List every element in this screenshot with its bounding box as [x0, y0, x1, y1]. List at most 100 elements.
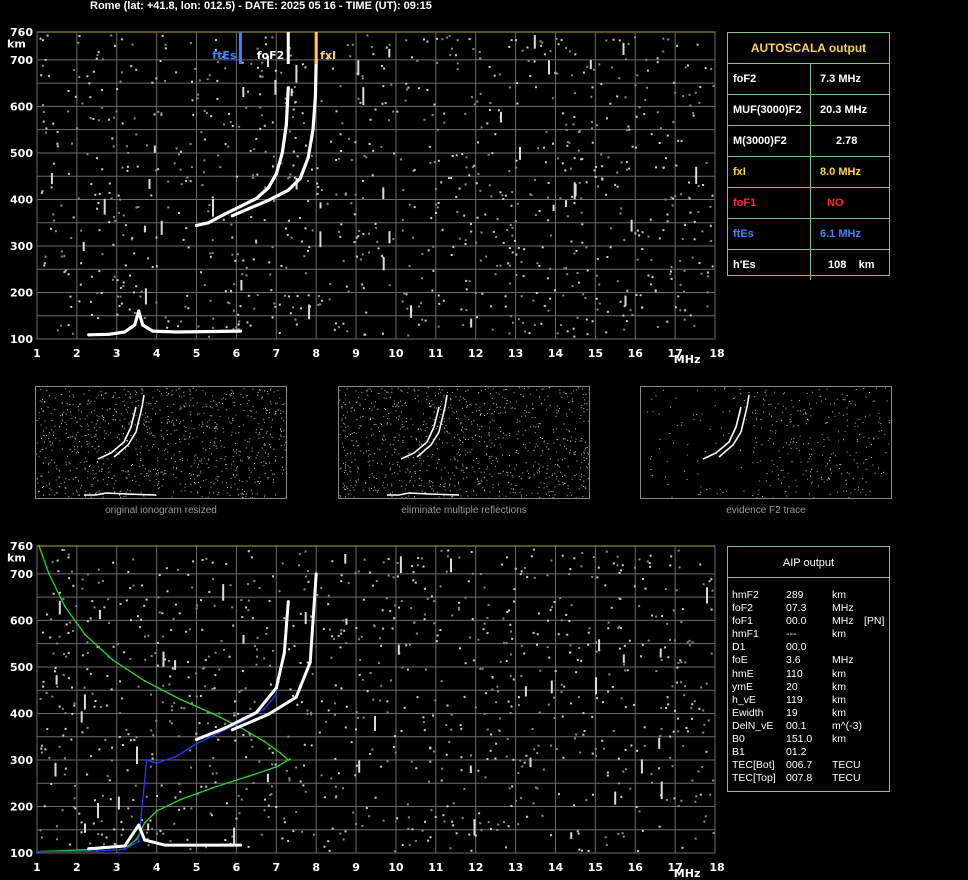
x-tick-label: 11 — [428, 861, 443, 874]
series-point — [163, 843, 167, 847]
thumb-f2-trace — [640, 386, 892, 499]
caption-f2-trace: evidence F2 trace — [726, 505, 806, 516]
series-point — [36, 850, 38, 853]
autoscala-label: MUF(3000)F2 — [733, 95, 811, 125]
series-point — [263, 740, 266, 743]
aip-key: ymE — [732, 680, 753, 693]
series-point — [87, 847, 91, 851]
thumb-trace — [97, 406, 137, 460]
autoscala-row: h'Es 108 km — [728, 250, 889, 280]
series-point — [179, 798, 182, 801]
x-tick-label: 16 — [628, 861, 644, 874]
autoscala-value: NO — [827, 197, 844, 209]
aip-key: Ewidth — [732, 706, 764, 719]
aip-key: TEC[Top] — [732, 772, 776, 785]
autoscala-label: h'Es — [733, 250, 811, 280]
series-point — [282, 651, 286, 655]
aip-key: foF1 — [732, 615, 754, 628]
aip-row: DelN_vE 00.1 m^(-3) — [728, 720, 889, 733]
x-tick-label: 9 — [352, 861, 360, 874]
series-point — [294, 695, 298, 699]
aip-row: foF1 00.0 MHz [PN] — [728, 615, 889, 628]
aip-key: h_vE — [732, 693, 756, 706]
series-point — [263, 707, 266, 710]
aip-row: hmF1 --- km — [728, 628, 889, 641]
caption-multiple-reflections: eliminate multiple reflections — [401, 505, 527, 516]
series-point — [123, 844, 127, 848]
series-point — [38, 545, 40, 547]
aip-unit: km — [832, 706, 846, 719]
series-point — [195, 738, 198, 741]
series-point — [211, 786, 214, 789]
aip-key: hmF1 — [732, 628, 759, 641]
autoscala-label: fxI — [733, 157, 811, 187]
aip-value: 110 — [786, 667, 803, 680]
series-point — [238, 843, 242, 847]
aip-row: B0 151.0 km — [728, 733, 889, 746]
aip-value: 119 — [786, 693, 803, 706]
autoscala-row: foF1 NO — [728, 188, 889, 219]
aip-key: foF2 — [732, 602, 754, 615]
aip-unit: MHz — [832, 615, 854, 628]
series-point — [137, 840, 140, 843]
aip-row: TEC[Bot] 006.7 TECU — [728, 759, 889, 772]
aip-row: ymE 20 km — [728, 681, 889, 694]
series-point — [155, 762, 158, 765]
aip-row: D1 00.0 — [728, 641, 889, 654]
series-point — [83, 633, 86, 636]
aip-key: foE — [732, 654, 748, 667]
series-point — [222, 726, 226, 730]
thumb-trace — [702, 406, 742, 460]
series-point — [254, 711, 258, 714]
aip-key: hmE — [732, 667, 754, 680]
series-point — [111, 659, 114, 661]
aip-key: B0 — [732, 733, 745, 746]
aip-value: 3.6 — [786, 654, 801, 667]
autoscala-title: AUTOSCALA output — [728, 33, 889, 64]
series-point — [308, 660, 312, 664]
autoscala-label: foF2 — [733, 64, 811, 94]
series-point — [95, 850, 98, 853]
aip-value: 006.7 — [786, 759, 813, 772]
autoscala-label: foF1 — [733, 188, 811, 218]
aip-unit: m^(-3) — [832, 719, 863, 732]
aip-row: h_vE 119 km — [728, 694, 889, 707]
aip-unit: km — [832, 628, 846, 641]
x-tick-label: 10 — [388, 861, 404, 874]
aip-unit: km — [832, 680, 846, 693]
y-tick-label: 600 — [10, 614, 33, 627]
aip-value: 01.2 — [786, 746, 807, 759]
aip-unit: MHz — [832, 654, 854, 667]
aip-output-panel: AIP output hmF2 289 km foF2 07.3 MHz foF1 00.0 M… — [727, 546, 890, 792]
series-point — [266, 712, 270, 716]
aip-value: 289 — [786, 589, 804, 601]
aip-value: 00.1 — [786, 719, 807, 732]
series-point — [179, 698, 182, 701]
aip-value: 20 — [786, 680, 798, 693]
thumb-trace — [387, 492, 460, 496]
aip-flag: [PN] — [864, 615, 885, 628]
series-point — [175, 755, 178, 758]
thumb-original — [35, 386, 287, 499]
series-point — [230, 728, 234, 732]
aip-value: 151.0 — [786, 733, 813, 746]
aip-row: hmE 110 km — [728, 668, 889, 681]
aip-row: foF2 07.3 MHz — [728, 602, 889, 615]
autoscala-value: 8.0 MHz — [820, 166, 861, 178]
x-tick-label: 14 — [548, 861, 564, 874]
aip-unit: km — [832, 589, 846, 601]
y-tick-label: 300 — [10, 754, 33, 767]
autoscala-row: fxI 8.0 MHz — [728, 157, 889, 188]
series-point — [63, 605, 66, 608]
series-point — [143, 821, 146, 824]
aip-key: D1 — [732, 641, 746, 654]
y-axis-label: km — [7, 552, 26, 565]
aip-unit: km — [832, 693, 846, 706]
x-tick-label: 4 — [153, 861, 161, 874]
series-point — [211, 712, 214, 715]
series-point — [274, 686, 278, 690]
aip-key: B1 — [732, 746, 745, 759]
aip-unit: MHz — [832, 602, 854, 615]
aip-unit: km — [832, 667, 846, 680]
aip-value: 00.0 — [786, 641, 807, 654]
